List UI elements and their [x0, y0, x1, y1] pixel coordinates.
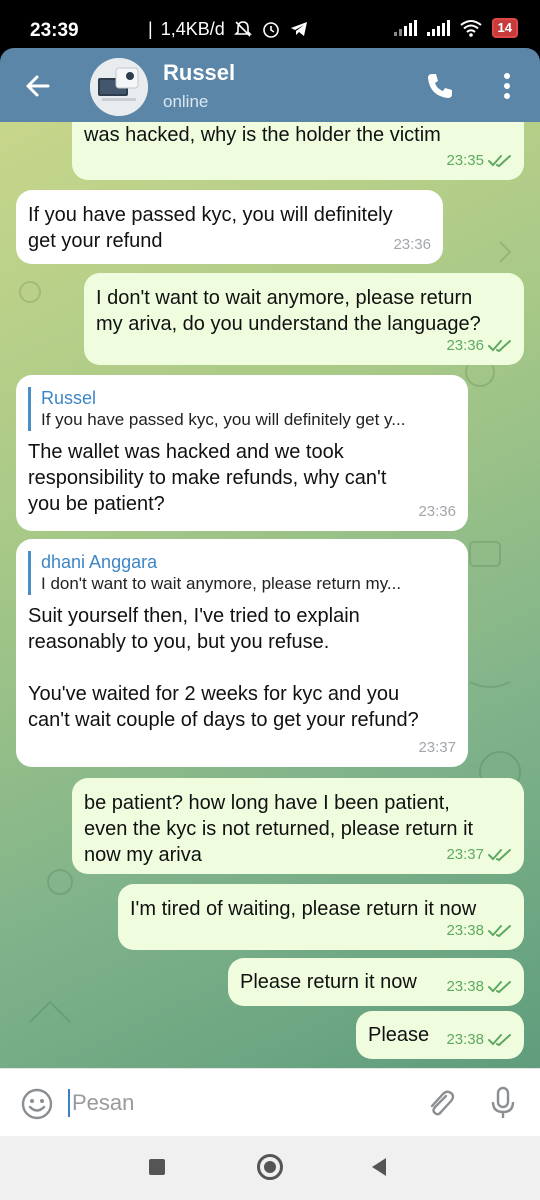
message-meta: 23:36: [418, 499, 456, 525]
message-meta: 23:38: [446, 974, 512, 1000]
microphone-icon[interactable]: [486, 1085, 520, 1121]
paperclip-icon[interactable]: [424, 1087, 458, 1121]
reply-snippet: I don't want to wait anymore, please ret…: [41, 574, 402, 593]
message-bubble-outgoing[interactable]: Please 23:38: [356, 1011, 524, 1059]
status-time: 23:39: [30, 20, 79, 41]
double-check-icon: [488, 925, 511, 938]
reply-snippet: If you have passed kyc, you will definit…: [41, 410, 406, 429]
recents-icon[interactable]: [149, 1159, 165, 1175]
double-check-icon: [488, 340, 511, 353]
message-bubble-outgoing[interactable]: Please return it now 23:38: [228, 958, 524, 1006]
message-meta: 23:35: [446, 148, 512, 174]
avatar-image-icon: [90, 58, 148, 116]
phone-icon[interactable]: [424, 70, 456, 102]
message-time: 23:35: [446, 152, 484, 169]
double-check-icon: [488, 981, 511, 994]
message-text: I don't want to wait anymore, please ret…: [96, 287, 481, 335]
reply-sender: Russel: [41, 388, 97, 408]
system-nav-bar: [0, 1136, 540, 1200]
presence-status: online: [163, 92, 209, 111]
battery-indicator: 14: [491, 18, 518, 38]
message-list[interactable]: was hacked, why is the holder the victim…: [0, 122, 540, 1068]
message-time: 23:36: [418, 503, 456, 520]
message-meta: 23:38: [446, 918, 512, 944]
message-composer: [0, 1068, 540, 1136]
avatar[interactable]: [90, 58, 148, 116]
alarm-icon: [262, 22, 279, 38]
message-meta: 23:38: [446, 1027, 512, 1053]
message-text: If you have passed kyc, you will definit…: [28, 204, 393, 252]
emoji-icon[interactable]: [20, 1087, 54, 1121]
message-time: 23:37: [446, 846, 484, 863]
message-time: 23:38: [446, 922, 484, 939]
message-bubble-incoming[interactable]: Russel If you have passed kyc, you will …: [16, 375, 468, 531]
more-vertical-icon[interactable]: [497, 70, 517, 102]
message-meta: 23:36: [393, 232, 431, 258]
signal-icon: [393, 20, 417, 36]
message-text: was hacked, why is the holder the victim: [84, 124, 441, 146]
reply-quote[interactable]: dhani Anggara I don't want to wait anymo…: [28, 551, 456, 595]
telegram-icon: [290, 22, 307, 36]
back-arrow-icon[interactable]: [20, 68, 56, 104]
message-time: 23:36: [446, 337, 484, 354]
message-bubble-outgoing[interactable]: I'm tired of waiting, please return it n…: [118, 884, 524, 950]
message-meta: 23:36: [446, 333, 512, 359]
message-text: The wallet was hacked and we took respon…: [28, 441, 387, 515]
mute-icon: [233, 21, 252, 37]
message-bubble-incoming[interactable]: If you have passed kyc, you will definit…: [16, 190, 443, 264]
message-input[interactable]: [72, 1083, 402, 1123]
reply-quote[interactable]: Russel If you have passed kyc, you will …: [28, 387, 456, 431]
message-meta: 23:37: [446, 842, 512, 868]
message-meta: 23:37: [418, 735, 456, 761]
message-time: 23:37: [418, 739, 456, 756]
chat-header: Russel online: [0, 48, 540, 122]
message-time: 23:38: [446, 978, 484, 995]
signal-icon: [426, 20, 450, 36]
status-separator: |: [148, 19, 153, 39]
message-bubble-incoming[interactable]: dhani Anggara I don't want to wait anymo…: [16, 539, 468, 767]
nav-back-icon[interactable]: [372, 1158, 386, 1176]
double-check-icon: [488, 1034, 511, 1047]
reply-sender: dhani Anggara: [41, 552, 158, 572]
text-caret: [68, 1089, 70, 1117]
double-check-icon: [488, 849, 511, 862]
net-speed: 1,4KB/d: [160, 19, 225, 39]
wifi-icon: [459, 20, 482, 37]
message-time: 23:36: [393, 236, 431, 253]
message-text: Suit yourself then, I've tried to explai…: [28, 605, 419, 731]
double-check-icon: [488, 155, 511, 168]
message-bubble-outgoing[interactable]: was hacked, why is the holder the victim…: [72, 122, 524, 180]
message-time: 23:38: [446, 1031, 484, 1048]
message-bubble-outgoing[interactable]: I don't want to wait anymore, please ret…: [84, 273, 524, 365]
message-bubble-outgoing[interactable]: be patient? how long have I been patient…: [72, 778, 524, 874]
home-icon[interactable]: [257, 1154, 283, 1180]
chat-title[interactable]: Russel: [163, 60, 235, 86]
